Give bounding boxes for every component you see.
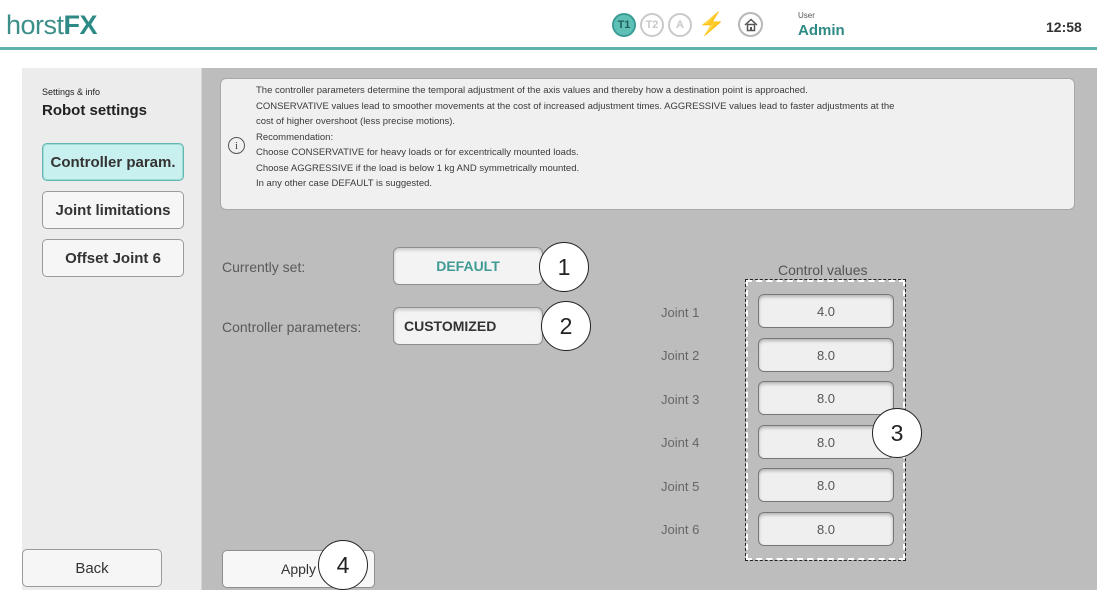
clock: 12:58 (1046, 19, 1082, 35)
sidebar-title: Robot settings (42, 102, 147, 119)
back-button[interactable]: Back (22, 549, 162, 587)
mode-t1-badge[interactable]: T1 (612, 13, 636, 37)
joint-1-value-field[interactable]: 4.0 (758, 294, 894, 328)
user-name[interactable]: Admin (798, 22, 845, 39)
info-line: cost of higher overshoot (less precise m… (256, 116, 456, 127)
currently-set-value: DEFAULT (393, 247, 543, 285)
user-caption: User (798, 11, 815, 20)
joint-2-value-field[interactable]: 8.0 (758, 338, 894, 372)
control-values-title: Control values (778, 262, 868, 278)
callout-4: 4 (318, 540, 368, 590)
callout-2: 2 (541, 301, 591, 351)
joint-3-label: Joint 3 (661, 392, 700, 407)
info-line: CONSERVATIVE values lead to smoother mov… (256, 100, 895, 112)
home-icon[interactable] (738, 12, 763, 37)
joint-6-label: Joint 6 (661, 522, 700, 537)
callout-1: 1 (539, 242, 589, 292)
info-line: Recommendation: (256, 131, 334, 143)
sidebar-item-joint-limitations[interactable]: Joint limitations (42, 191, 184, 229)
mode-t2-badge[interactable]: T2 (640, 13, 664, 37)
sidebar-item-offset-joint-6[interactable]: Offset Joint 6 (42, 239, 184, 277)
info-line: In any other case DEFAULT is suggested. (256, 178, 433, 189)
joint-5-label: Joint 5 (661, 479, 700, 494)
joint-6-value-field[interactable]: 8.0 (758, 512, 894, 546)
sidebar-item-controller-param[interactable]: Controller param. (42, 143, 184, 181)
power-bolt-icon: ⚡ (698, 11, 726, 36)
app-window: horstFX T1 T2 A ⚡ User Admin 12:58 Setti… (0, 0, 1097, 590)
callout-3: 3 (872, 408, 922, 458)
info-box: i The controller parameters determine th… (220, 78, 1075, 210)
joint-4-label: Joint 4 (661, 435, 700, 450)
joint-2-label: Joint 2 (661, 348, 700, 363)
top-bar: horstFX T1 T2 A ⚡ User Admin 12:58 (0, 0, 1097, 50)
controller-params-select[interactable]: CUSTOMIZED (393, 307, 543, 345)
info-text: The controller parameters determine the … (256, 83, 1071, 192)
currently-set-label: Currently set: (222, 259, 306, 275)
controller-params-label: Controller parameters: (222, 319, 362, 335)
sidebar-caption: Settings & info (42, 87, 101, 97)
info-icon: i (228, 137, 245, 154)
info-line: The controller parameters determine the … (256, 85, 808, 96)
mode-auto-badge[interactable]: A (668, 13, 692, 37)
info-line: Choose AGGRESSIVE if the load is below 1… (256, 162, 580, 174)
joint-5-value-field[interactable]: 8.0 (758, 468, 894, 502)
sidebar: Settings & info Robot settings Controlle… (22, 68, 202, 590)
joint-1-label: Joint 1 (661, 305, 700, 320)
logo: horstFX (6, 10, 98, 40)
info-line: Choose CONSERVATIVE for heavy loads or f… (256, 147, 579, 158)
joint-3-value-field[interactable]: 8.0 (758, 381, 894, 415)
main-panel: i The controller parameters determine th… (202, 68, 1097, 590)
